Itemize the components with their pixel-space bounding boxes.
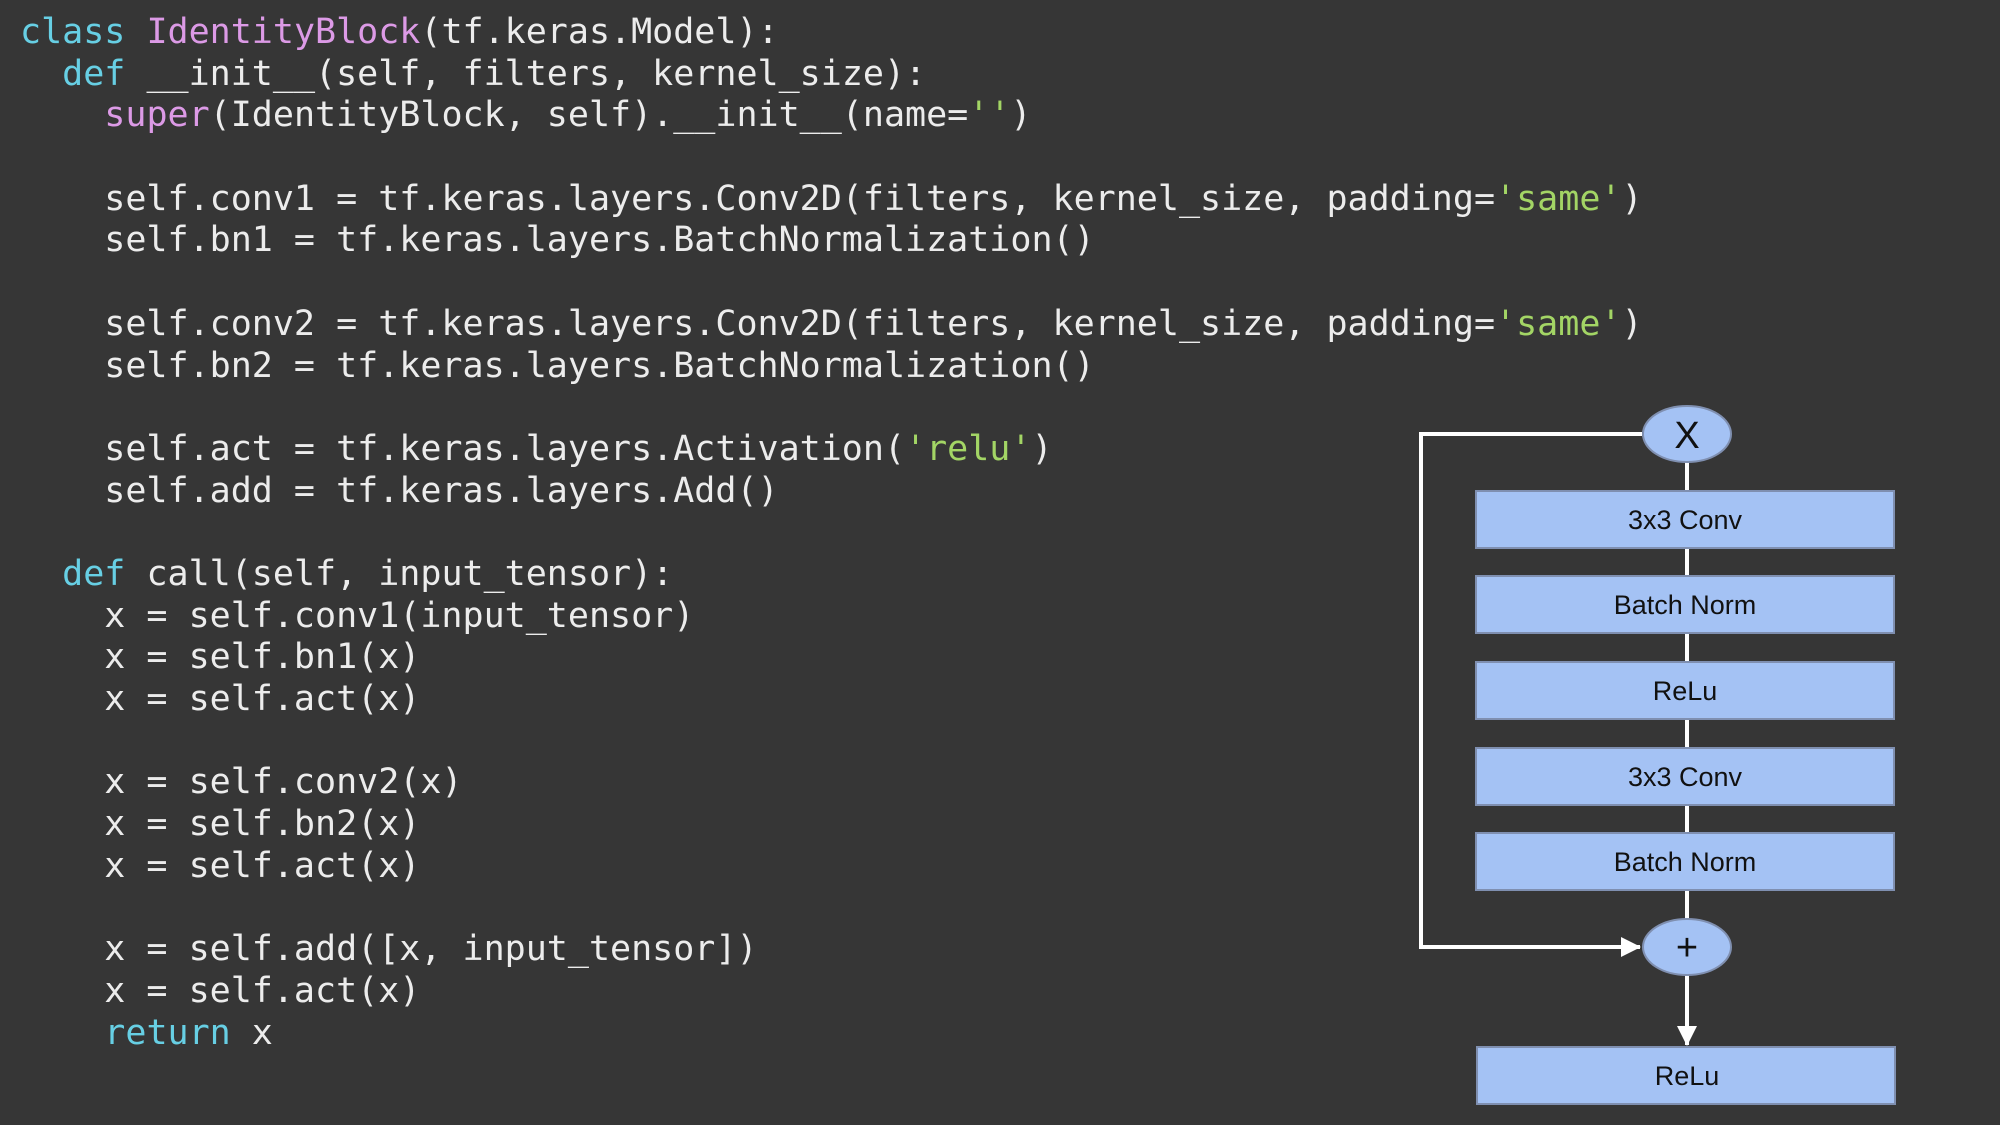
slide: class IdentityBlock(tf.keras.Model): def… [0, 0, 2000, 1125]
layer-box-conv1: 3x3 Conv [1475, 490, 1895, 549]
layer-label-conv2: 3x3 Conv [1628, 762, 1743, 792]
layer-label-bn1: Batch Norm [1614, 590, 1757, 620]
layer-box-bn1: Batch Norm [1475, 575, 1895, 634]
add-node: + [1642, 918, 1732, 976]
input-node-label: X [1674, 415, 1699, 457]
layer-box-relu1: ReLu [1475, 661, 1895, 720]
identity-block-diagram: X 3x3 Conv Batch Norm ReLu 3x3 Conv Batc… [1419, 405, 1896, 1105]
layer-label-conv1: 3x3 Conv [1628, 505, 1743, 535]
layer-box-conv2: 3x3 Conv [1475, 747, 1895, 806]
input-node: X [1642, 405, 1732, 463]
layer-label-relu1: ReLu [1653, 676, 1718, 706]
output-relu-box: ReLu [1476, 1046, 1896, 1105]
layer-label-bn2: Batch Norm [1614, 847, 1757, 877]
layer-box-bn2: Batch Norm [1475, 832, 1895, 891]
output-relu-label: ReLu [1655, 1061, 1720, 1091]
add-node-label: + [1676, 927, 1698, 969]
